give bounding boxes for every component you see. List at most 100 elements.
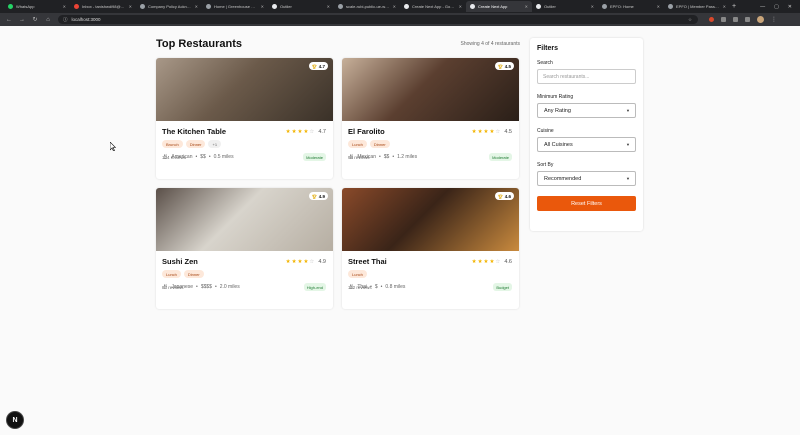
meal-tag: Dinner [185, 140, 206, 148]
filters-panel: Filters Search Search restaurants... Min… [530, 38, 643, 231]
reload-icon[interactable]: ↻ [32, 16, 38, 23]
browser-tab[interactable]: Home | Greenhouse Onb... ✕ [202, 1, 268, 12]
card-title-row: The Kitchen Table ★ ★ ★ ★ ☆ 4.7 [162, 127, 326, 136]
restaurant-name[interactable]: Street Thai [348, 257, 387, 266]
star-icon: ★ [489, 258, 495, 265]
card-title-row: Street Thai ★ ★ ★ ★ ☆ 4.6 [348, 257, 512, 266]
restaurant-name[interactable]: The Kitchen Table [162, 127, 226, 136]
site-info-icon[interactable]: ⓘ [63, 17, 68, 23]
chevron-down-icon: ▼ [626, 142, 630, 147]
restaurant-card[interactable]: 🏆︎ 4.5 El Farolito ★ ★ ★ ★ ☆ 4.5 Lunch Dinner 🍴︎ Mex… [342, 58, 519, 179]
close-window-icon[interactable]: ✕ [788, 4, 792, 10]
nextjs-dev-badge[interactable]: N [7, 412, 23, 428]
tag-list: Brunch Dinner +1 [162, 140, 326, 148]
tab-favicon-icon [206, 4, 211, 9]
profile-avatar[interactable] [757, 16, 764, 23]
tab-favicon-icon [338, 4, 343, 9]
star-icon: ★ [297, 258, 303, 265]
browser-tab[interactable]: EPFO | Member Passwor... ✕ [664, 1, 730, 12]
rating-badge-value: 4.7 [318, 63, 325, 69]
browser-tab-bar: WhatsApp ✕ Inbox - tanishwdi98@gm... ✕ Compa… [0, 0, 800, 13]
price-level-badge: High-end [303, 283, 326, 291]
star-icon: ★ [477, 258, 483, 265]
list-header: Top Restaurants Showing 4 of 4 restauran… [156, 38, 520, 50]
rating-badge: 🏆︎ 4.7 [308, 62, 328, 70]
tab-close-icon[interactable]: ✕ [525, 4, 528, 9]
restaurant-card[interactable]: 🏆︎ 4.9 Sushi Zen ★ ★ ★ ★ ☆ 4.9 Lunch Dinner 🍴︎ Japan… [156, 188, 333, 309]
restaurant-name[interactable]: El Farolito [348, 127, 385, 136]
rating-value: 4.9 [318, 258, 326, 265]
download-icon[interactable] [733, 17, 738, 22]
browser-tab[interactable]: scale-rubi-public-ue-west... ✕ [334, 1, 400, 12]
browser-tab[interactable]: Create Next App - Google...✕ [400, 1, 466, 12]
price-level-badge: Moderate [489, 153, 512, 161]
search-placeholder: Search restaurants... [543, 73, 590, 80]
restaurant-card[interactable]: 🏆︎ 4.7 The Kitchen Table ★ ★ ★ ★ ☆ 4.7 Brunch Dinn… [156, 58, 333, 179]
rating-badge-value: 4.9 [318, 193, 325, 199]
tab-favicon-icon [668, 4, 673, 9]
tab-favicon-icon [404, 4, 409, 9]
star-icon: ★ [471, 258, 477, 265]
review-count: 87 reviews [162, 284, 184, 290]
minimize-icon[interactable]: — [760, 4, 765, 10]
restaurant-name[interactable]: Sushi Zen [162, 257, 198, 266]
star-icon: ★ [297, 128, 303, 135]
url-field[interactable]: ⓘ localhost:3000 ☆ [58, 15, 698, 24]
tab-close-icon[interactable]: ✕ [657, 4, 660, 9]
browser-tab[interactable]: Outlier ✕ [532, 1, 598, 12]
tab-title: Inbox - tanishwdi98@gm... [82, 4, 126, 9]
maximize-icon[interactable]: ▢ [774, 4, 779, 10]
browser-tab[interactable]: Outlier ✕ [268, 1, 334, 12]
sort-select[interactable]: Recommended ▼ [537, 171, 636, 186]
tab-close-icon[interactable]: ✕ [591, 4, 594, 9]
restaurant-photo [156, 58, 333, 121]
review-count: 124 reviews [162, 154, 187, 160]
new-tab-button[interactable]: + [732, 3, 736, 10]
extension-icon[interactable] [721, 17, 726, 22]
browser-tab[interactable]: Company Policy Acknowle...✕ [136, 1, 202, 12]
sidepanel-icon[interactable] [745, 17, 750, 22]
home-icon[interactable]: ⌂ [45, 17, 51, 23]
browser-tab[interactable]: WhatsApp ✕ [4, 1, 70, 12]
search-input[interactable]: Search restaurants... [537, 69, 636, 84]
card-title-row: El Farolito ★ ★ ★ ★ ☆ 4.5 [348, 127, 512, 136]
tab-title: WhatsApp [16, 4, 35, 9]
rating-label: Minimum Rating [537, 94, 574, 100]
tab-favicon-icon [140, 4, 145, 9]
cuisine-select[interactable]: All Cuisines ▼ [537, 137, 636, 152]
star-icon: ★ [489, 128, 495, 135]
trophy-icon: 🏆︎ [497, 193, 503, 199]
tab-title: Company Policy Acknowle... [148, 4, 192, 9]
review-count: 112 reviews [348, 284, 372, 290]
search-label: Search [537, 60, 553, 66]
tab-close-icon[interactable]: ✕ [63, 4, 66, 9]
tab-close-icon[interactable]: ✕ [723, 4, 726, 9]
restaurant-card[interactable]: 🏆︎ 4.6 Street Thai ★ ★ ★ ★ ☆ 4.6 Lunch 🍴︎ Thai • $ • 0.… [342, 188, 519, 309]
tab-title: Outlier [544, 4, 556, 9]
tab-title: Outlier [280, 4, 292, 9]
browser-tab[interactable]: Create Next App ✕ [466, 1, 532, 12]
browser-tab[interactable]: EPFO: Home ✕ [598, 1, 664, 12]
tab-close-icon[interactable]: ✕ [393, 4, 396, 9]
rating-select[interactable]: Any Rating ▼ [537, 103, 636, 118]
card-footer: 112 reviews Budget [348, 283, 512, 291]
tab-close-icon[interactable]: ✕ [195, 4, 198, 9]
star-rating: ★ ★ ★ ★ ☆ 4.5 [472, 129, 512, 135]
bookmark-star-icon[interactable]: ☆ [688, 17, 692, 23]
window-controls: — ▢ ✕ [760, 4, 800, 10]
rating-select-value: Any Rating [544, 107, 571, 114]
sort-select-value: Recommended [544, 175, 582, 182]
browser-tab[interactable]: Inbox - tanishwdi98@gm... ✕ [70, 1, 136, 12]
star-icon: ☆ [309, 128, 315, 135]
tab-close-icon[interactable]: ✕ [129, 4, 132, 9]
extension-icon[interactable] [709, 17, 714, 22]
forward-icon[interactable]: → [19, 17, 25, 23]
tab-close-icon[interactable]: ✕ [459, 4, 462, 9]
tab-close-icon[interactable]: ✕ [261, 4, 264, 9]
reset-filters-button[interactable]: Reset Filters [537, 196, 636, 211]
tab-close-icon[interactable]: ✕ [327, 4, 330, 9]
page-content: Top Restaurants Showing 4 of 4 restauran… [0, 26, 800, 435]
back-icon[interactable]: ← [6, 17, 12, 23]
menu-dots-icon[interactable]: ⋮ [771, 16, 777, 23]
meal-tag: Dinner [369, 140, 390, 148]
